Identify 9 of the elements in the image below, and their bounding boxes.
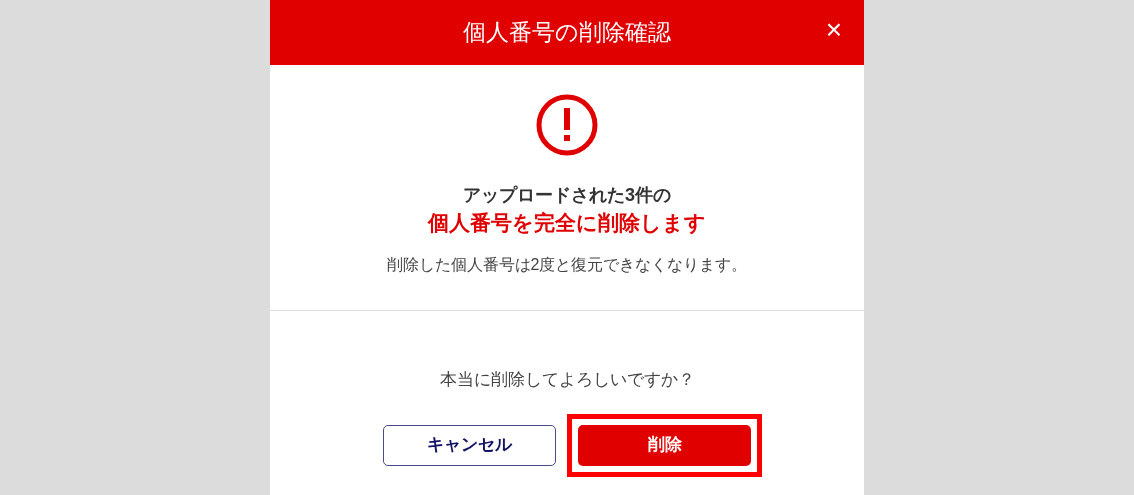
cancel-button[interactable]: キャンセル — [383, 424, 556, 466]
warning-text: 個人番号を完全に削除します — [428, 210, 706, 237]
dialog-title: 個人番号の削除確認 — [463, 18, 671, 47]
note-text: 削除した個人番号は2度と復元できなくなります。 — [386, 254, 748, 275]
close-button[interactable]: × — [821, 14, 846, 46]
question-text: 本当に削除してよろしいですか？ — [438, 369, 696, 391]
warning-icon — [535, 93, 599, 157]
delete-button[interactable]: 削除 — [578, 424, 751, 466]
heading-text: アップロードされた3件の — [463, 184, 671, 207]
